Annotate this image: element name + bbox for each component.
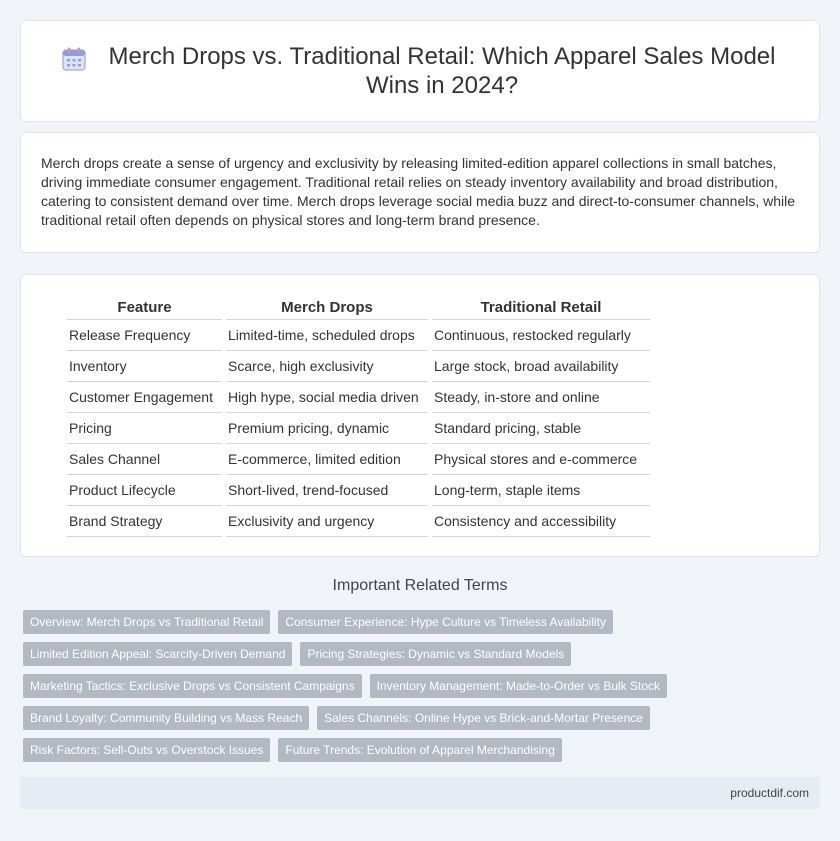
table-cell: Consistency and accessibility (432, 506, 650, 537)
table-row: Pricing Premium pricing, dynamic Standard … (67, 413, 650, 444)
table-cell: Long-term, staple items (432, 475, 650, 506)
comparison-table: Feature Merch Drops Traditional Retail R… (63, 295, 654, 537)
related-term-tag[interactable]: Sales Channels: Online Hype vs Brick-and… (317, 706, 650, 730)
tag-row: Marketing Tactics: Exclusive Drops vs Co… (23, 674, 823, 698)
table-cell: Premium pricing, dynamic (226, 413, 428, 444)
footer-site-link[interactable]: productdif.com (730, 786, 809, 800)
comparison-table-card: Feature Merch Drops Traditional Retail R… (20, 274, 820, 557)
related-term-tag[interactable]: Limited Edition Appeal: Scarcity-Driven … (23, 642, 293, 666)
table-cell: Short-lived, trend-focused (226, 475, 428, 506)
table-cell: Exclusivity and urgency (226, 506, 428, 537)
footer: productdif.com (20, 777, 820, 809)
table-cell: Customer Engagement (67, 382, 222, 413)
table-cell: Scarce, high exclusivity (226, 351, 428, 382)
calendar-icon (62, 47, 86, 71)
header-card: Merch Drops vs. Traditional Retail: Whic… (20, 20, 820, 122)
table-cell: E-commerce, limited edition (226, 444, 428, 475)
related-terms-title: Important Related Terms (332, 577, 508, 594)
table-cell: Brand Strategy (67, 506, 222, 537)
table-cell: Steady, in-store and online (432, 382, 650, 413)
tag-row: Risk Factors: Sell-Outs vs Overstock Iss… (23, 738, 823, 762)
table-header-row: Feature Merch Drops Traditional Retail (67, 295, 650, 320)
tag-row: Limited Edition Appeal: Scarcity-Driven … (23, 642, 823, 666)
table-cell: Release Frequency (67, 320, 222, 351)
table-cell: Large stock, broad availability (432, 351, 650, 382)
table-cell: Product Lifecycle (67, 475, 222, 506)
related-term-tag[interactable]: Inventory Management: Made-to-Order vs B… (369, 674, 668, 698)
table-row: Release Frequency Limited-time, scheduled… (67, 320, 650, 351)
table-row: Sales Channel E-commerce, limited edition… (67, 444, 650, 475)
table-cell: Limited-time, scheduled drops (226, 320, 428, 351)
table-row: Inventory Scarce, high exclusivity Large s… (67, 351, 650, 382)
page-title: Merch Drops vs. Traditional Retail: Whic… (108, 43, 776, 99)
intro-card: Merch drops create a sense of urgency an… (20, 132, 820, 253)
related-term-tag[interactable]: Overview: Merch Drops vs Traditional Ret… (23, 610, 271, 634)
related-terms-list: Overview: Merch Drops vs Traditional Ret… (23, 610, 823, 770)
table-body: Release Frequency Limited-time, scheduled… (67, 320, 650, 537)
related-term-tag[interactable]: Marketing Tactics: Exclusive Drops vs Co… (23, 674, 362, 698)
related-term-tag[interactable]: Consumer Experience: Hype Culture vs Tim… (278, 610, 613, 634)
intro-paragraph: Merch drops create a sense of urgency an… (41, 155, 796, 228)
table-cell: Physical stores and e-commerce (432, 444, 650, 475)
table-cell: Sales Channel (67, 444, 222, 475)
table-row: Brand Strategy Exclusivity and urgency Con… (67, 506, 650, 537)
table-cell: Standard pricing, stable (432, 413, 650, 444)
table-row: Customer Engagement High hype, social med… (67, 382, 650, 413)
related-term-tag[interactable]: Pricing Strategies: Dynamic vs Standard … (300, 642, 572, 666)
related-term-tag[interactable]: Brand Loyalty: Community Building vs Mas… (23, 706, 310, 730)
column-header-merch-drops: Merch Drops (226, 295, 428, 320)
table-row: Product Lifecycle Short-lived, trend-focu… (67, 475, 650, 506)
column-header-feature: Feature (67, 295, 222, 320)
table-cell: Continuous, restocked regularly (432, 320, 650, 351)
header-inner: Merch Drops vs. Traditional Retail: Whic… (61, 42, 779, 100)
related-term-tag[interactable]: Future Trends: Evolution of Apparel Merc… (278, 738, 562, 762)
tag-row: Brand Loyalty: Community Building vs Mas… (23, 706, 823, 730)
table-cell: High hype, social media driven (226, 382, 428, 413)
table-cell: Inventory (67, 351, 222, 382)
column-header-traditional-retail: Traditional Retail (432, 295, 650, 320)
tag-row: Overview: Merch Drops vs Traditional Ret… (23, 610, 823, 634)
related-term-tag[interactable]: Risk Factors: Sell-Outs vs Overstock Iss… (23, 738, 271, 762)
table-cell: Pricing (67, 413, 222, 444)
